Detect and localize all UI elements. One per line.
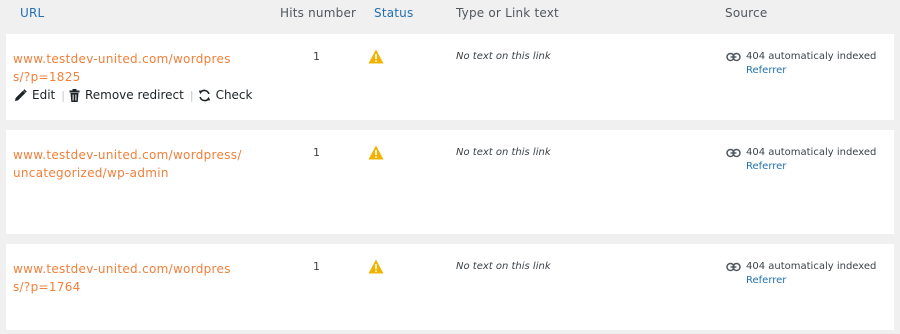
- source-cell: 404 automaticaly indexed Referrer: [726, 261, 876, 286]
- link-icon: [726, 262, 741, 271]
- source-cell: 404 automaticaly indexed Referrer: [726, 147, 876, 172]
- source-label: 404 automaticaly indexed: [746, 147, 877, 158]
- action-separator: |: [189, 88, 194, 102]
- column-header-url[interactable]: URL: [20, 6, 44, 20]
- column-header-source: Source: [725, 6, 768, 20]
- column-header-status[interactable]: Status: [374, 6, 413, 20]
- table-row: www.testdev-united.com/wordpress/?p=1825…: [6, 34, 894, 120]
- hits-count: 1: [313, 50, 320, 63]
- referrer-link[interactable]: Referrer: [746, 65, 876, 76]
- edit-label: Edit: [32, 88, 56, 102]
- source-label: 404 automaticaly indexed: [746, 51, 877, 62]
- action-separator: |: [61, 88, 65, 102]
- pencil-icon: [15, 88, 27, 101]
- row-actions: Edit | Remove redirect | Check: [14, 88, 252, 102]
- refresh-icon: [198, 89, 210, 101]
- table-row: www.testdev-united.com/wordpress/?p=1764…: [6, 244, 894, 330]
- url-link[interactable]: www.testdev-united.com/wordpress/?p=1764: [13, 260, 248, 296]
- warning-icon: [368, 259, 384, 274]
- trash-icon: [69, 88, 80, 102]
- source-label: 404 automaticaly indexed: [746, 261, 877, 272]
- link-text: No text on this link: [456, 261, 551, 272]
- source-cell: 404 automaticaly indexed Referrer: [726, 51, 876, 76]
- hits-count: 1: [313, 146, 320, 159]
- link-icon: [726, 52, 741, 61]
- remove-redirect-label: Remove redirect: [84, 88, 184, 102]
- link-text: No text on this link: [456, 51, 551, 62]
- table-row: www.testdev-united.com/wordpress/uncateg…: [6, 130, 894, 234]
- hits-count: 1: [313, 260, 320, 273]
- referrer-link[interactable]: Referrer: [746, 275, 876, 286]
- url-link[interactable]: www.testdev-united.com/wordpress/?p=1825: [13, 50, 248, 86]
- check-label: Check: [215, 88, 253, 102]
- url-link[interactable]: www.testdev-united.com/wordpress/uncateg…: [13, 146, 248, 182]
- referrer-link[interactable]: Referrer: [746, 161, 876, 172]
- warning-icon: [368, 145, 384, 160]
- remove-redirect-button[interactable]: Remove redirect: [69, 88, 184, 102]
- warning-icon: [368, 49, 384, 64]
- column-header-hits: Hits number: [280, 6, 357, 20]
- column-header-type: Type or Link text: [456, 6, 559, 20]
- table-header: URL Hits number Status Type or Link text…: [0, 0, 900, 28]
- link-text: No text on this link: [456, 147, 551, 158]
- edit-button[interactable]: Edit: [14, 88, 55, 102]
- check-button[interactable]: Check: [198, 88, 253, 102]
- link-icon: [726, 148, 741, 157]
